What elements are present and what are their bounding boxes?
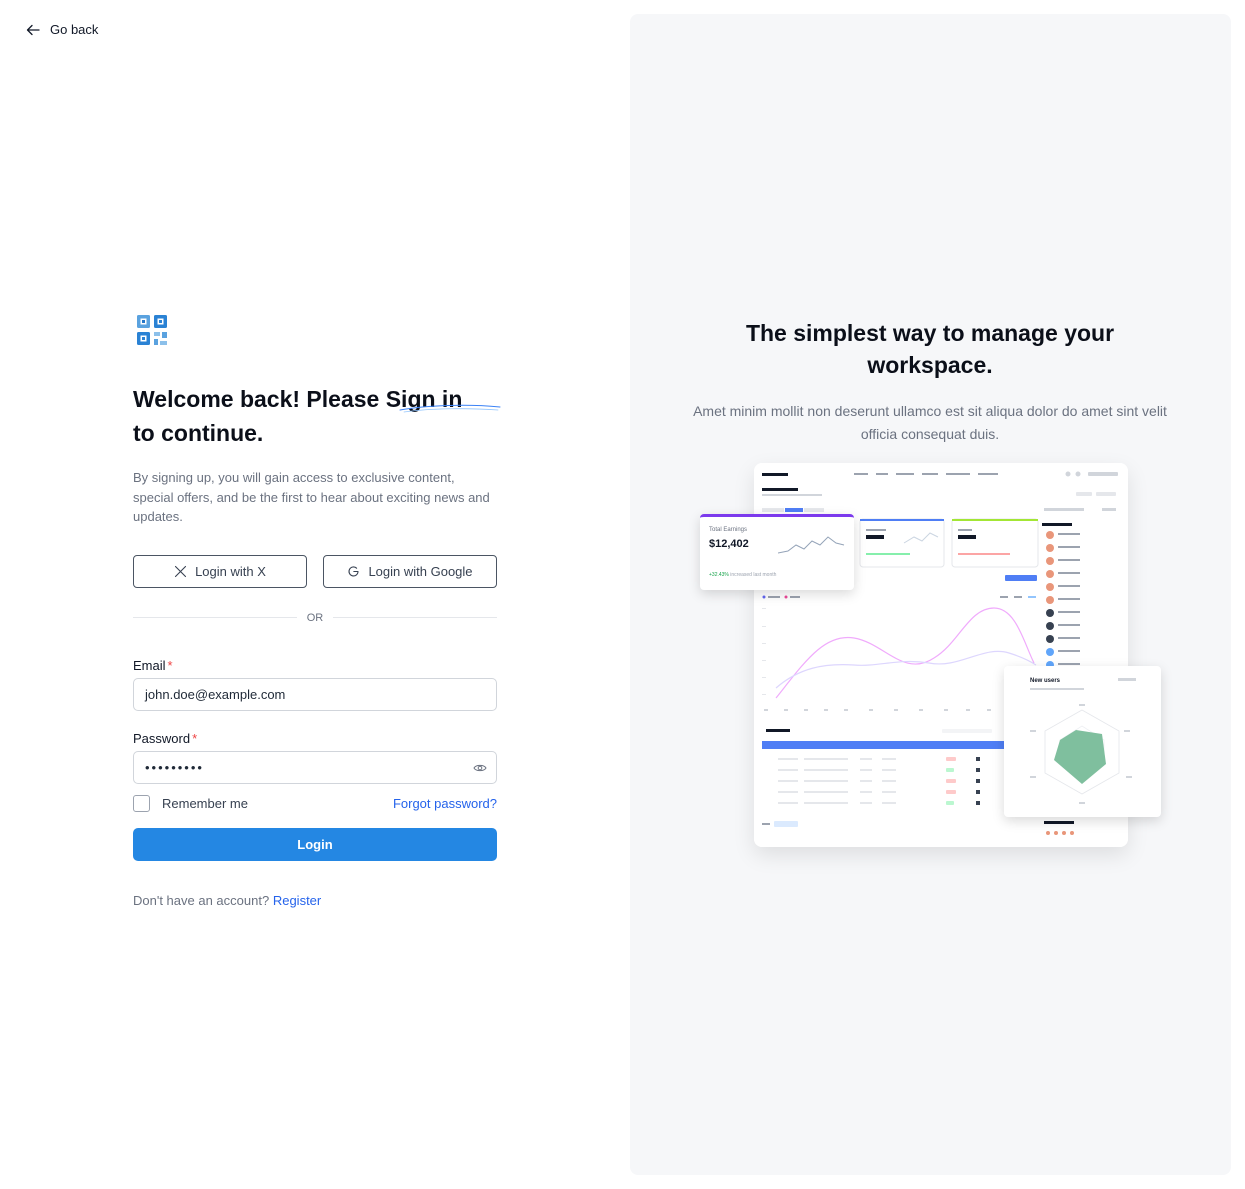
underline-decoration bbox=[399, 404, 501, 413]
google-logo-icon bbox=[348, 565, 360, 577]
divider-line-right bbox=[333, 617, 497, 618]
password-value: ••••••••• bbox=[145, 759, 204, 775]
password-field[interactable]: ••••••••• bbox=[133, 750, 497, 784]
login-with-x-button[interactable]: Login with X bbox=[133, 554, 307, 588]
promo-panel: The simplest way to manage your workspac… bbox=[630, 14, 1231, 1175]
new-users-radar bbox=[1030, 678, 1136, 804]
earnings-growth: +32.43% increased last month bbox=[709, 572, 776, 578]
or-label: OR bbox=[306, 611, 324, 624]
email-field[interactable]: john.doe@example.com bbox=[133, 677, 497, 711]
login-button[interactable]: Login bbox=[133, 827, 497, 861]
email-label: Email * bbox=[133, 658, 497, 673]
register-prompt: Don't have an account? Register bbox=[133, 893, 497, 908]
x-logo-icon bbox=[175, 565, 187, 577]
email-required-mark: * bbox=[167, 657, 173, 673]
no-account-text: Don't have an account? bbox=[133, 892, 270, 908]
checkbox-box[interactable] bbox=[133, 794, 150, 812]
total-earnings-card: Total Earnings $12,402 +32.43% increased… bbox=[700, 514, 854, 590]
eye-icon[interactable] bbox=[473, 762, 487, 774]
email-value: john.doe@example.com bbox=[145, 686, 286, 702]
go-back-link[interactable]: Go back bbox=[26, 22, 98, 37]
remember-me-label: Remember me bbox=[162, 795, 248, 811]
promo-title: The simplest way to manage your workspac… bbox=[745, 320, 1115, 378]
earnings-sparkline bbox=[778, 536, 845, 554]
register-link[interactable]: Register bbox=[273, 893, 321, 908]
go-back-label: Go back bbox=[50, 22, 99, 37]
or-divider: OR bbox=[133, 612, 497, 624]
remember-row: Remember me Forgot password? bbox=[133, 794, 497, 812]
arrow-left-icon bbox=[26, 24, 40, 35]
password-label-text: Password bbox=[133, 730, 191, 746]
page-title-line2: to continue. bbox=[133, 420, 264, 446]
sign-in-form: Welcome back! Please Sign in to continue… bbox=[133, 312, 501, 908]
remember-me-checkbox[interactable]: Remember me bbox=[133, 794, 248, 812]
login-with-x-label: Login with X bbox=[195, 563, 266, 579]
app-logo-icon bbox=[137, 315, 167, 345]
password-required-mark: * bbox=[192, 730, 198, 746]
earnings-growth-note: increased last month bbox=[730, 572, 777, 578]
social-login-group: Login with X Login with Google bbox=[133, 554, 497, 588]
login-with-google-button[interactable]: Login with Google bbox=[323, 554, 497, 588]
divider-line-left bbox=[133, 617, 297, 618]
new-users-card: New users bbox=[1004, 666, 1161, 817]
earnings-value: $12,402 bbox=[709, 538, 749, 550]
email-label-text: Email bbox=[133, 657, 166, 673]
page-title: Welcome back! Please Sign in to continue… bbox=[133, 382, 501, 450]
password-label: Password * bbox=[133, 731, 497, 746]
earnings-label: Total Earnings bbox=[709, 527, 748, 533]
login-with-google-label: Login with Google bbox=[368, 563, 473, 579]
promo-subtitle: Amet minim mollit non deserunt ullamco e… bbox=[693, 403, 1167, 442]
earnings-growth-value: +32.43% bbox=[709, 572, 729, 578]
page-subtitle: By signing up, you will gain access to e… bbox=[133, 470, 490, 524]
forgot-password-link[interactable]: Forgot password? bbox=[393, 796, 497, 811]
